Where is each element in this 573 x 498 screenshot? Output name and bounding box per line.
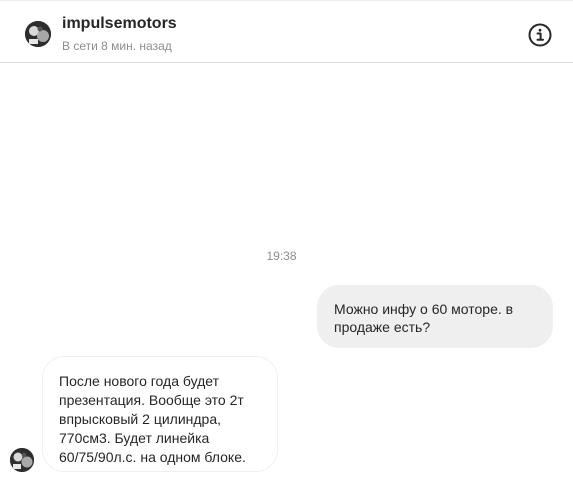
message-timestamp: 19:38 <box>266 249 297 263</box>
chat-username[interactable]: impulsemotors <box>62 15 177 33</box>
chat-header: impulsemotors В сети 8 мин. назад <box>0 1 573 63</box>
sender-avatar-icon[interactable] <box>10 448 34 472</box>
outgoing-message-text: Можно инфу о 60 моторе. в продаже есть? <box>334 301 514 335</box>
incoming-message-text: После нового года будет презентация. Воо… <box>59 373 246 465</box>
avatar-image <box>25 21 51 47</box>
incoming-message-bubble[interactable]: После нового года будет презентация. Воо… <box>42 356 278 472</box>
online-status: В сети 8 мин. назад <box>62 39 172 53</box>
info-icon[interactable] <box>528 23 552 47</box>
user-avatar[interactable] <box>25 21 51 47</box>
outgoing-message-bubble[interactable]: Можно инфу о 60 моторе. в продаже есть? <box>317 285 553 348</box>
direct-message-window: impulsemotors В сети 8 мин. назад 19:38 … <box>0 0 573 498</box>
